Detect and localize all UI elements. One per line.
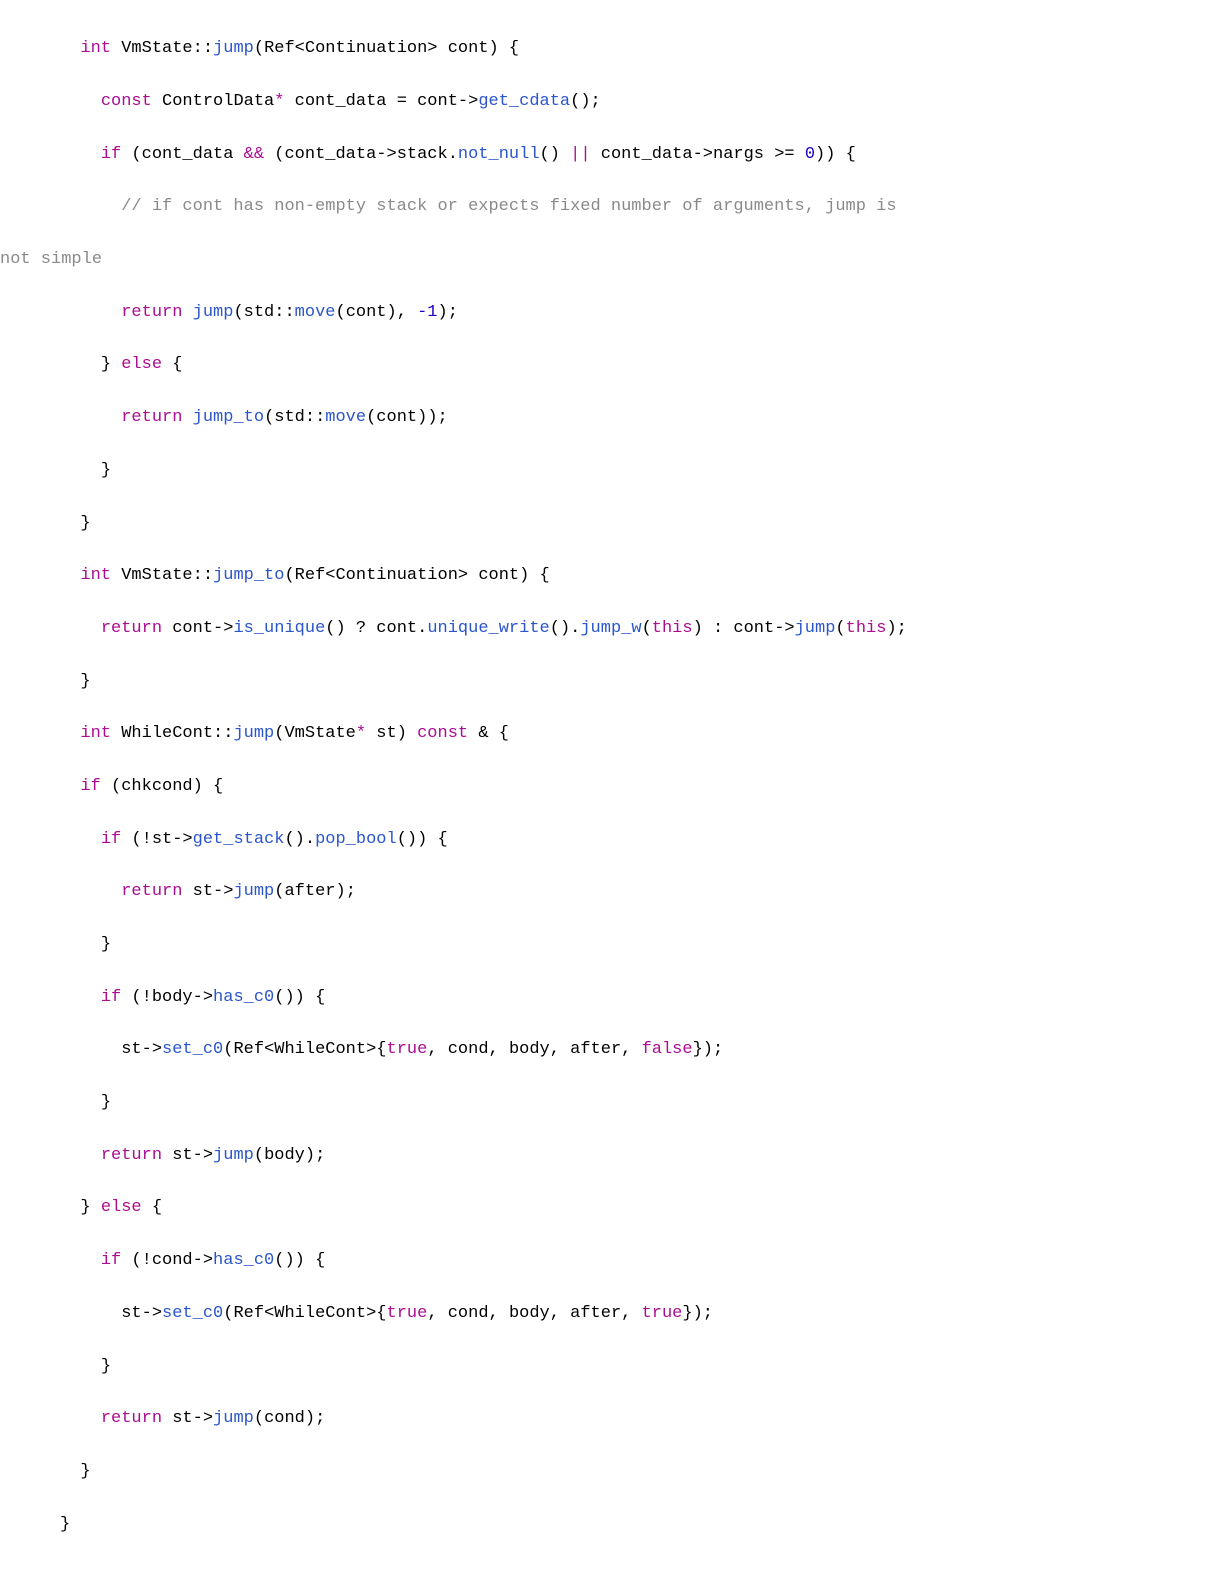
code-line: const ControlData* cont_data = cont->get… xyxy=(60,89,1214,115)
code-line: } xyxy=(60,1354,1214,1380)
comment: not simple xyxy=(0,250,102,269)
code-line: // if cont has non-empty stack or expect… xyxy=(60,194,1214,220)
code-line: st->set_c0(Ref<WhileCont>{true, cond, bo… xyxy=(60,1037,1214,1063)
code-line: return st->jump(body); xyxy=(60,1143,1214,1169)
code-line: } xyxy=(60,669,1214,695)
code-line: if (!cond->has_c0()) { xyxy=(60,1248,1214,1274)
keyword-int: int xyxy=(80,39,111,58)
code-line: return cont->is_unique() ? cont.unique_w… xyxy=(60,616,1214,642)
code-line: not simple xyxy=(0,247,1214,273)
code-line: } xyxy=(60,1512,1214,1538)
code-line: if (chkcond) { xyxy=(60,774,1214,800)
code-line: return st->jump(cond); xyxy=(60,1406,1214,1432)
code-line: if (cont_data && (cont_data->stack.not_n… xyxy=(60,142,1214,168)
code-line: return jump_to(std::move(cont)); xyxy=(60,405,1214,431)
code-block: int VmState::jump(Ref<Continuation> cont… xyxy=(0,0,1214,1584)
code-line: } xyxy=(60,1090,1214,1116)
code-line: if (!body->has_c0()) { xyxy=(60,985,1214,1011)
code-line: } xyxy=(60,1459,1214,1485)
code-line: } xyxy=(60,511,1214,537)
code-line: } xyxy=(60,932,1214,958)
code-line: return st->jump(after); xyxy=(60,879,1214,905)
code-line: } xyxy=(60,458,1214,484)
code-line: int VmState::jump_to(Ref<Continuation> c… xyxy=(60,563,1214,589)
code-line: st->set_c0(Ref<WhileCont>{true, cond, bo… xyxy=(60,1301,1214,1327)
comment: // if cont has non-empty stack or expect… xyxy=(121,197,896,216)
code-line: } else { xyxy=(60,1195,1214,1221)
code-line: int WhileCont::jump(VmState* st) const &… xyxy=(60,721,1214,747)
code-line: return jump(std::move(cont), -1); xyxy=(60,300,1214,326)
class-name: VmState xyxy=(121,39,192,58)
code-line: } else { xyxy=(60,352,1214,378)
function-name: jump xyxy=(213,39,254,58)
code-line: if (!st->get_stack().pop_bool()) { xyxy=(60,827,1214,853)
code-line: int VmState::jump(Ref<Continuation> cont… xyxy=(60,36,1214,62)
